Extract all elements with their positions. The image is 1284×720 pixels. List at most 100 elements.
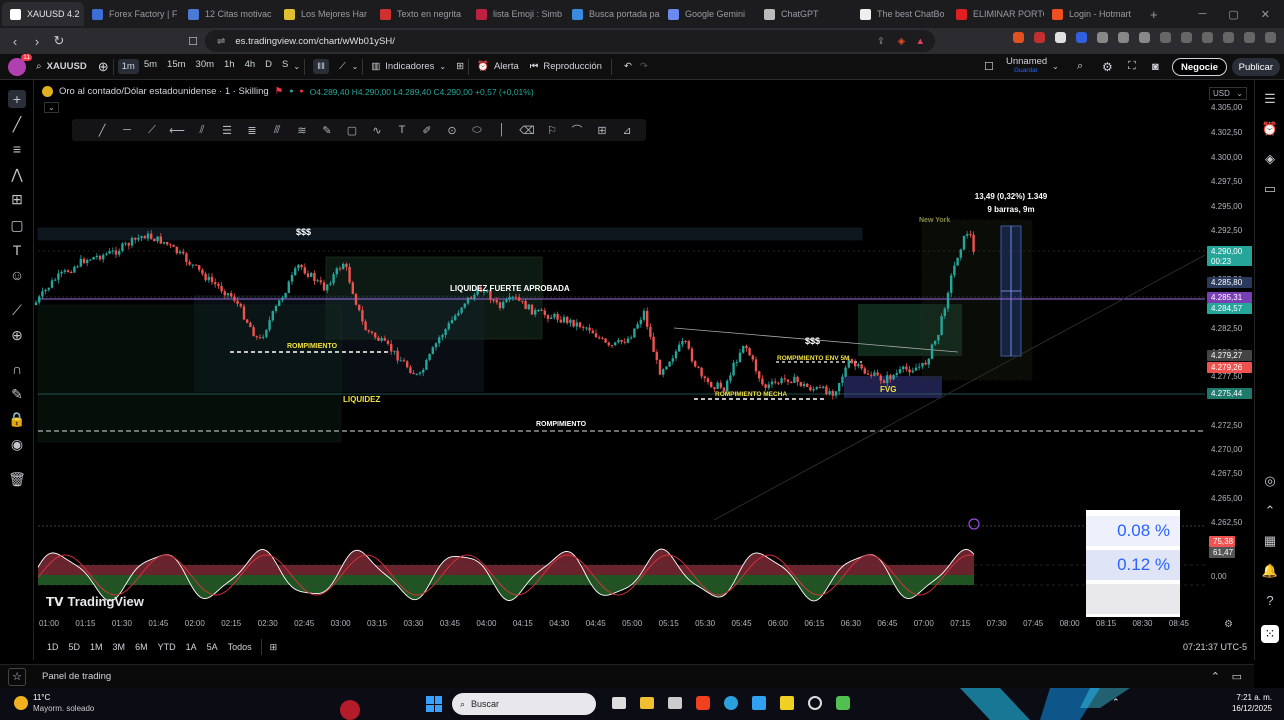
weather-temp[interactable]: 11°C — [33, 693, 50, 702]
emoji-icon[interactable]: ☺ — [8, 266, 26, 284]
ruler-icon[interactable]: ⟋ — [8, 301, 26, 319]
alert-icon[interactable]: ⏰ — [477, 61, 489, 72]
browser-tab[interactable]: Busca portada pa — [564, 2, 660, 26]
browser-tab[interactable]: lista Emoji : Simb — [468, 2, 564, 26]
range-YTD[interactable]: YTD — [153, 642, 181, 652]
reload-icon[interactable]: ↻ — [48, 33, 70, 49]
taskbar-date[interactable]: 16/12/2025 — [1232, 704, 1272, 713]
price-chart[interactable]: $$$ $$$ LIQUIDEZ FUERTE APROBADA ROMPIMIENT… — [34, 80, 1205, 615]
browser-tab[interactable]: 12 Citas motivac — [180, 2, 276, 26]
text-icon[interactable]: T — [8, 241, 26, 259]
range-5D[interactable]: 5D — [64, 642, 86, 652]
info-line-icon[interactable]: ⟋ — [142, 124, 162, 137]
lock-icon[interactable]: 🔒 — [8, 410, 26, 428]
range-Todos[interactable]: Todos — [223, 642, 257, 652]
eraser-icon[interactable]: ⌫ — [517, 124, 537, 137]
magnet-icon[interactable]: ∩ — [8, 360, 26, 378]
app2-icon[interactable] — [836, 696, 850, 710]
weather-desc[interactable]: Mayorm. soleado — [33, 704, 94, 713]
interval-dropdown-icon[interactable]: ⌄ — [293, 62, 300, 71]
notes-icon[interactable] — [752, 696, 766, 710]
zoom-icon[interactable]: ⊕ — [8, 326, 26, 344]
brush-icon[interactable]: ✎ — [317, 124, 337, 137]
layout-name[interactable]: Unnamed Guardar — [1006, 57, 1047, 75]
chart-type-dropdown-icon[interactable]: ⌄ — [352, 62, 359, 71]
panel-maximize-icon[interactable]: ▭ — [1232, 670, 1242, 683]
indicators-dropdown-icon[interactable]: ⌄ — [439, 62, 446, 71]
panel-collapse-icon[interactable]: ⌃ — [1211, 670, 1220, 683]
taskview-icon[interactable] — [612, 697, 626, 709]
browser-tab[interactable]: XAUUSD 4.2✕ — [2, 2, 84, 26]
wallet-icon[interactable] — [1202, 32, 1213, 43]
maximize-icon[interactable]: ▢ — [1228, 8, 1238, 21]
apps-icon[interactable]: ⁙ — [1261, 625, 1279, 643]
templates-icon[interactable]: ⊞ — [456, 61, 464, 72]
pen-icon[interactable]: ✐ — [417, 124, 437, 137]
sticky-icon[interactable] — [780, 696, 794, 710]
fullscreen-icon[interactable]: ⛶ — [1128, 60, 1136, 73]
snapshot-icon[interactable]: ◙ — [1152, 61, 1159, 73]
range-1A[interactable]: 1A — [181, 642, 202, 652]
interval-1h[interactable]: 1h — [219, 59, 240, 74]
chat-icon[interactable]: ▭ — [1261, 180, 1279, 198]
text-tool-icon[interactable]: T — [392, 124, 412, 136]
fib-icon[interactable]: ≡ — [8, 140, 26, 158]
start-icon[interactable] — [426, 696, 442, 712]
tray-chevron-icon[interactable]: ⌃ — [1112, 697, 1120, 708]
url-field[interactable]: ⇌ es.tradingview.com/chart/wWb01ySH/ ⇪ ◈… — [205, 30, 935, 52]
extension-icon[interactable] — [1097, 32, 1108, 43]
ray-icon[interactable]: ─ — [117, 124, 137, 136]
crosshair-icon[interactable]: + — [8, 90, 26, 108]
settings-icon[interactable]: ⚙ — [1102, 60, 1113, 74]
weather-icon[interactable] — [14, 696, 28, 710]
trendline-icon[interactable]: ╱ — [8, 115, 26, 133]
interval-S[interactable]: S — [277, 59, 293, 74]
range-1M[interactable]: 1M — [85, 642, 108, 652]
chatgpt-icon[interactable] — [808, 696, 822, 710]
browser-tab[interactable]: Login - Hotmart — [1044, 2, 1140, 26]
price-axis[interactable]: USD ⌄ 4.305,00 4.302,50 4.300,00 4.297,50 4.… — [1205, 80, 1254, 605]
replay-button[interactable]: Reproducción — [538, 61, 607, 72]
compare-symbol-icon[interactable]: ⊕ — [98, 59, 109, 75]
forward-icon[interactable]: › — [26, 34, 48, 49]
trend-angle-icon[interactable]: ⫽ — [192, 124, 212, 137]
negocie-button[interactable]: Negocie — [1172, 58, 1227, 76]
back-icon[interactable]: ‹ — [4, 34, 26, 49]
timezone-settings-icon[interactable]: ⚙ — [1224, 619, 1233, 630]
replay-icon[interactable]: ⏮ — [530, 61, 539, 72]
signpost-icon[interactable]: ⚐ — [542, 124, 562, 137]
forecast-icon[interactable]: ⊞ — [8, 190, 26, 208]
range-6M[interactable]: 6M — [130, 642, 153, 652]
gann-icon[interactable]: ⊿ — [617, 124, 637, 137]
browser-tab[interactable]: Google Gemini — [660, 2, 756, 26]
browser-tab[interactable]: Forex Factory | F — [84, 2, 180, 26]
pattern-icon[interactable]: ⋀ — [8, 165, 26, 183]
regression-icon[interactable]: ≋ — [292, 124, 312, 137]
currency-selector[interactable]: USD ⌄ — [1209, 87, 1247, 100]
extension-icon[interactable] — [1139, 32, 1150, 43]
shapes-icon[interactable]: ▢ — [8, 216, 26, 234]
leo-icon[interactable] — [1244, 32, 1255, 43]
extension-icon[interactable] — [1118, 32, 1129, 43]
grid-icon[interactable]: ⊞ — [592, 124, 612, 137]
candle-type-icon[interactable]: ‖‖ — [313, 59, 329, 74]
legend-collapse-icon[interactable]: ⌄ — [44, 102, 59, 113]
trading-panel-tab[interactable]: Panel de trading — [42, 671, 111, 682]
browser-tab[interactable]: The best ChatBo — [852, 2, 948, 26]
interval-5m[interactable]: 5m — [139, 59, 162, 74]
avatar[interactable]: 11 — [8, 53, 32, 76]
circle-icon[interactable]: ⊙ — [442, 124, 462, 137]
vertical-line-icon[interactable]: │ — [492, 124, 512, 136]
horizontal-line-icon[interactable]: ☰ — [217, 124, 237, 137]
watchlist-icon[interactable]: ☰ — [1261, 90, 1279, 108]
calendar-icon[interactable]: ▦ — [1261, 532, 1279, 550]
stay-drawing-icon[interactable]: ✎ — [8, 385, 26, 403]
date-range-icon[interactable]: ⊞ — [270, 642, 278, 653]
interval-4h[interactable]: 4h — [240, 59, 261, 74]
vpn-icon[interactable] — [1223, 32, 1234, 43]
telegram-icon[interactable] — [724, 696, 738, 710]
browser-tab[interactable]: ELIMINAR PORTO — [948, 2, 1044, 26]
path-icon[interactable]: ∿ — [367, 124, 387, 137]
browser-tab[interactable]: Los Mejores Har — [276, 2, 372, 26]
site-settings-icon[interactable]: ⇌ — [217, 36, 225, 47]
